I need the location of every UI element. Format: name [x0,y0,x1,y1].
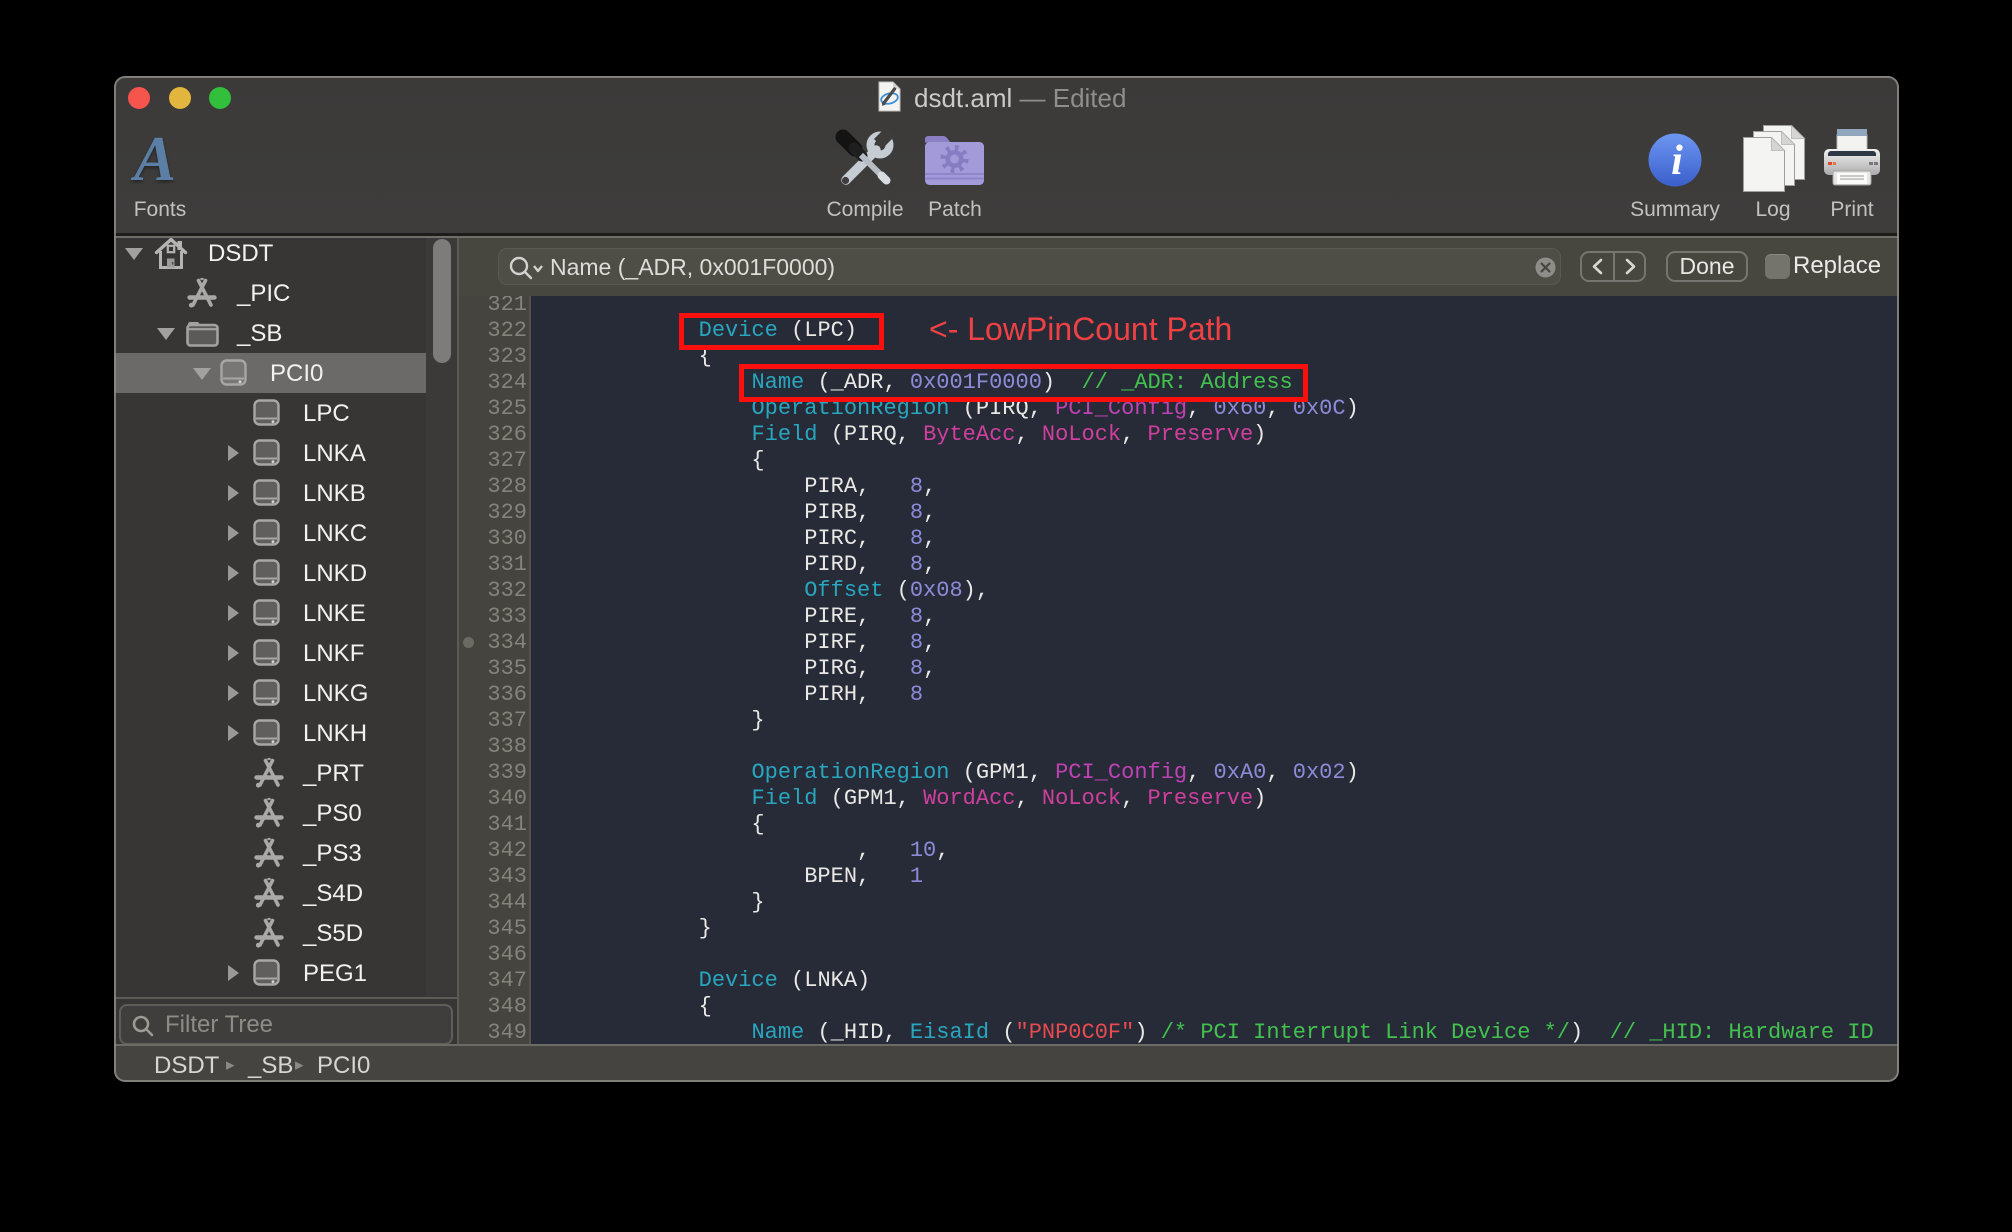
svg-text:i: i [1671,138,1683,184]
